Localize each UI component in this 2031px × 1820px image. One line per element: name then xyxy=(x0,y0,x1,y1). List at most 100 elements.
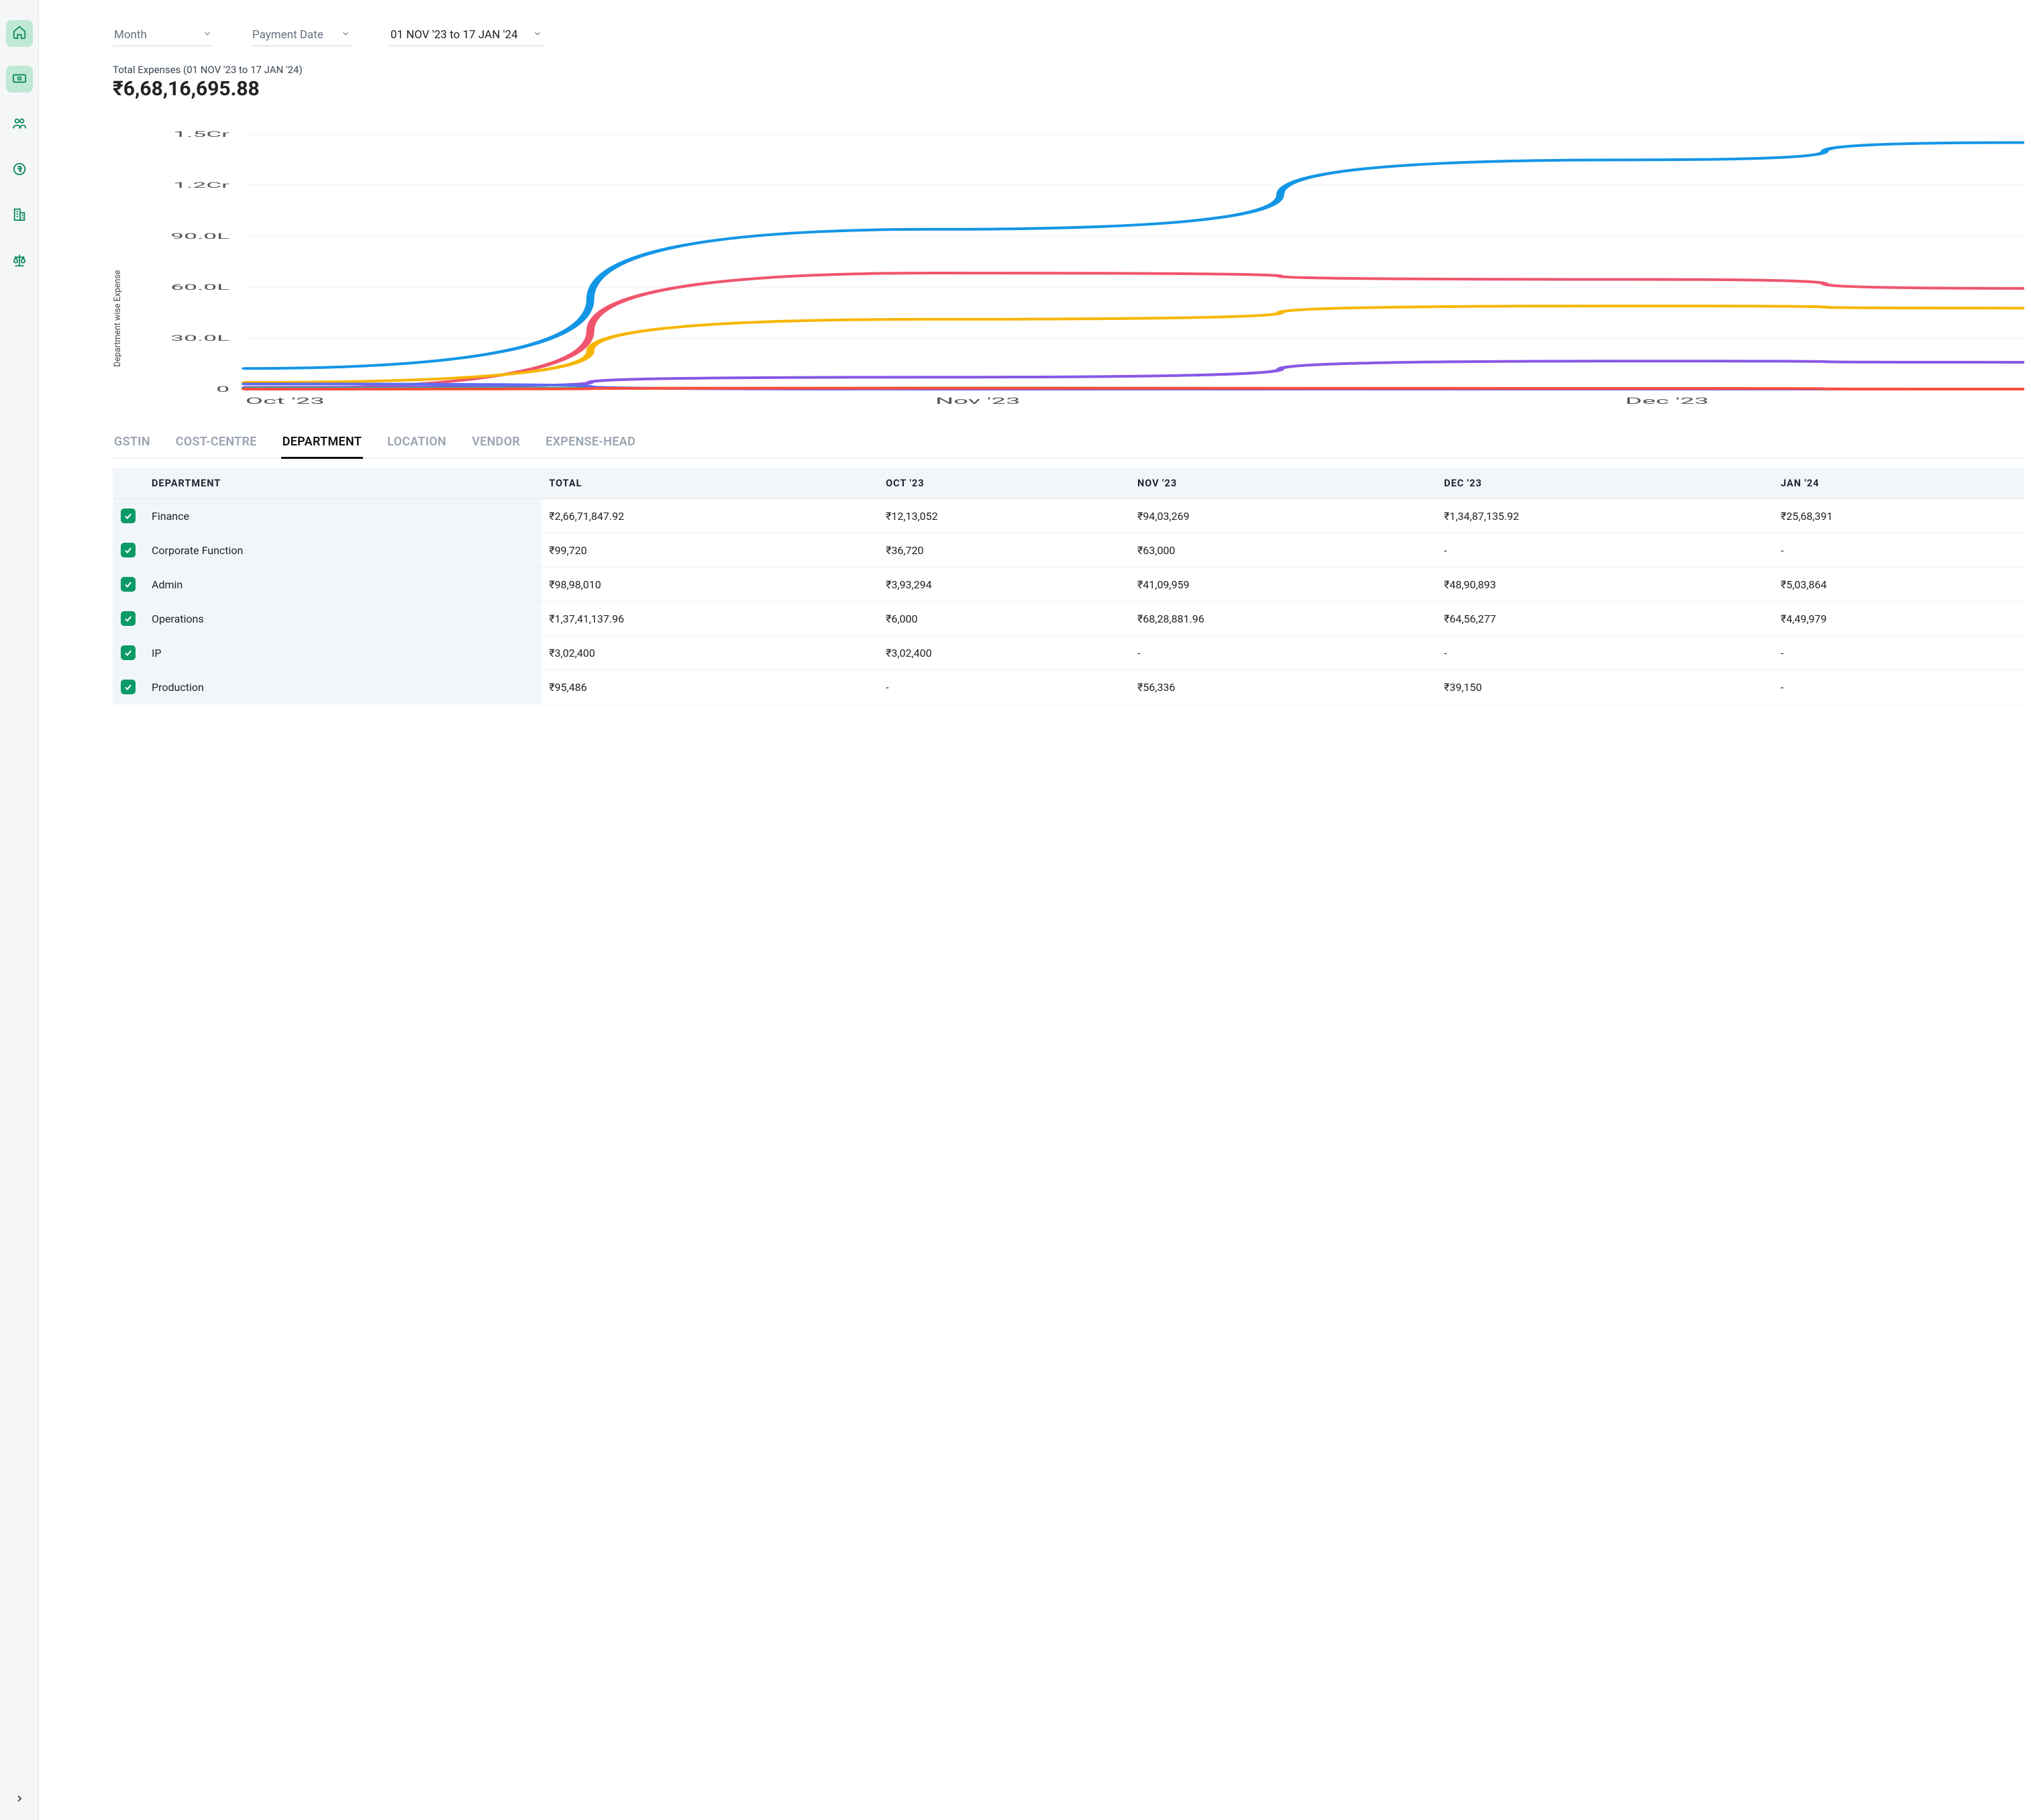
chevron-right-icon xyxy=(14,1794,25,1807)
value-cell: ₹5,03,864 xyxy=(1773,568,2024,602)
value-cell: ₹48,90,893 xyxy=(1436,568,1773,602)
period-dropdown-label: Month xyxy=(114,28,147,42)
row-checkbox-cell xyxy=(113,499,144,533)
building-icon xyxy=(12,207,27,225)
nav-cash[interactable] xyxy=(6,66,33,93)
nav-users[interactable] xyxy=(6,111,33,138)
value-cell: ₹3,93,294 xyxy=(878,568,1129,602)
department-table: DEPARTMENTTOTALOCT '23NOV '23DEC '23JAN … xyxy=(113,468,2024,704)
svg-text:Nov '23: Nov '23 xyxy=(935,396,1021,406)
svg-text:1.5Cr: 1.5Cr xyxy=(173,130,229,140)
table-row: Corporate Function₹99,720₹36,720₹63,000-… xyxy=(113,533,2024,568)
y-axis-label: Department wise Expense xyxy=(113,127,123,409)
value-cell: ₹2,66,71,847.92 xyxy=(541,499,878,533)
row-checkbox[interactable] xyxy=(121,543,136,557)
value-cell: ₹56,336 xyxy=(1129,670,1436,704)
department-name-cell: Corporate Function xyxy=(144,533,541,568)
value-cell: - xyxy=(1773,670,2024,704)
nav-home[interactable] xyxy=(6,20,33,47)
value-cell: ₹12,13,052 xyxy=(878,499,1129,533)
row-checkbox-cell xyxy=(113,670,144,704)
value-cell: ₹41,09,959 xyxy=(1129,568,1436,602)
value-cell: ₹94,03,269 xyxy=(1129,499,1436,533)
row-checkbox[interactable] xyxy=(121,645,136,660)
line-chart: 0 30.0L 60.0L 90.0L 1.2Cr 1.5Cr Oct '23 Nov '23… xyxy=(127,127,2024,409)
table-row: Production₹95,486-₹56,336₹39,150- xyxy=(113,670,2024,704)
chevron-down-icon xyxy=(341,28,350,42)
value-cell: - xyxy=(1773,533,2024,568)
value-cell: ₹6,000 xyxy=(878,602,1129,636)
summary-label: Total Expenses (01 NOV '23 to 17 JAN '24… xyxy=(113,64,2024,76)
tab-vendor[interactable]: VENDOR xyxy=(470,428,521,458)
svg-text:60.0L: 60.0L xyxy=(170,283,229,292)
department-name-cell: Production xyxy=(144,670,541,704)
summary: Total Expenses (01 NOV '23 to 17 JAN '24… xyxy=(113,64,2024,101)
rupee-circle-icon xyxy=(12,162,27,179)
value-cell: - xyxy=(1436,636,1773,670)
nav-building[interactable] xyxy=(6,203,33,229)
svg-text:Oct '23: Oct '23 xyxy=(246,396,325,406)
department-name-cell: Finance xyxy=(144,499,541,533)
tab-gstin[interactable]: GSTIN xyxy=(113,428,152,458)
column-header: TOTAL xyxy=(541,468,878,499)
value-cell: ₹1,34,87,135.92 xyxy=(1436,499,1773,533)
row-checkbox[interactable] xyxy=(121,680,136,694)
value-cell: ₹68,28,881.96 xyxy=(1129,602,1436,636)
department-name-cell: Admin xyxy=(144,568,541,602)
date-range-label: 01 NOV '23 to 17 JAN '24 xyxy=(390,28,518,42)
cash-icon xyxy=(12,70,27,88)
department-name-cell: IP xyxy=(144,636,541,670)
value-cell: ₹39,150 xyxy=(1436,670,1773,704)
table-row: Finance₹2,66,71,847.92₹12,13,052₹94,03,2… xyxy=(113,499,2024,533)
value-cell: ₹95,486 xyxy=(541,670,878,704)
value-cell: ₹98,98,010 xyxy=(541,568,878,602)
nav-balance[interactable] xyxy=(6,248,33,275)
sidebar xyxy=(0,0,39,1820)
value-cell: ₹36,720 xyxy=(878,533,1129,568)
value-cell: - xyxy=(1773,636,2024,670)
tab-location[interactable]: LOCATION xyxy=(386,428,448,458)
column-header: OCT '23 xyxy=(878,468,1129,499)
filter-bar: Month Payment Date 01 NOV '23 to 17 JAN … xyxy=(113,24,2024,46)
date-range-dropdown[interactable]: 01 NOV '23 to 17 JAN '24 xyxy=(389,24,543,46)
users-icon xyxy=(12,116,27,133)
scales-icon xyxy=(12,253,27,270)
value-cell: ₹4,49,979 xyxy=(1773,602,2024,636)
value-cell: ₹64,56,277 xyxy=(1436,602,1773,636)
row-checkbox-cell xyxy=(113,602,144,636)
period-dropdown[interactable]: Month xyxy=(113,24,213,46)
value-cell: - xyxy=(1436,533,1773,568)
table-row: Operations₹1,37,41,137.96₹6,000₹68,28,88… xyxy=(113,602,2024,636)
value-cell: ₹25,68,391 xyxy=(1773,499,2024,533)
svg-text:30.0L: 30.0L xyxy=(170,334,229,343)
svg-text:90.0L: 90.0L xyxy=(170,232,229,242)
row-checkbox-cell xyxy=(113,568,144,602)
tab-department[interactable]: DEPARTMENT xyxy=(281,428,363,459)
expand-sidebar-button[interactable] xyxy=(14,1793,25,1807)
header-checkbox-col xyxy=(113,468,144,499)
tab-cost-centre[interactable]: COST-CENTRE xyxy=(174,428,258,458)
row-checkbox[interactable] xyxy=(121,611,136,626)
value-cell: - xyxy=(1129,636,1436,670)
tab-bar: GSTIN COST-CENTRE DEPARTMENT LOCATION VENDOR… xyxy=(113,428,2024,459)
value-cell: ₹3,02,400 xyxy=(541,636,878,670)
table-row: Admin₹98,98,010₹3,93,294₹41,09,959₹48,90… xyxy=(113,568,2024,602)
summary-value: ₹6,68,16,695.88 xyxy=(113,77,2024,101)
svg-text:0: 0 xyxy=(216,385,229,394)
nav-rupee[interactable] xyxy=(6,157,33,184)
basis-dropdown-label: Payment Date xyxy=(252,28,323,42)
column-header: NOV '23 xyxy=(1129,468,1436,499)
table-row: IP₹3,02,400₹3,02,400--- xyxy=(113,636,2024,670)
value-cell: - xyxy=(878,670,1129,704)
svg-text:1.2Cr: 1.2Cr xyxy=(173,181,229,191)
basis-dropdown[interactable]: Payment Date xyxy=(251,24,352,46)
tab-expense-head[interactable]: EXPENSE-HEAD xyxy=(544,428,637,458)
row-checkbox-cell xyxy=(113,636,144,670)
home-icon xyxy=(12,25,27,42)
value-cell: ₹1,37,41,137.96 xyxy=(541,602,878,636)
svg-text:Dec '23: Dec '23 xyxy=(1625,396,1709,406)
chart-container: Department wise Expense 0 30.0L 60.0L 90.0L… xyxy=(113,127,2024,409)
row-checkbox[interactable] xyxy=(121,577,136,592)
value-cell: ₹99,720 xyxy=(541,533,878,568)
row-checkbox[interactable] xyxy=(121,508,136,523)
